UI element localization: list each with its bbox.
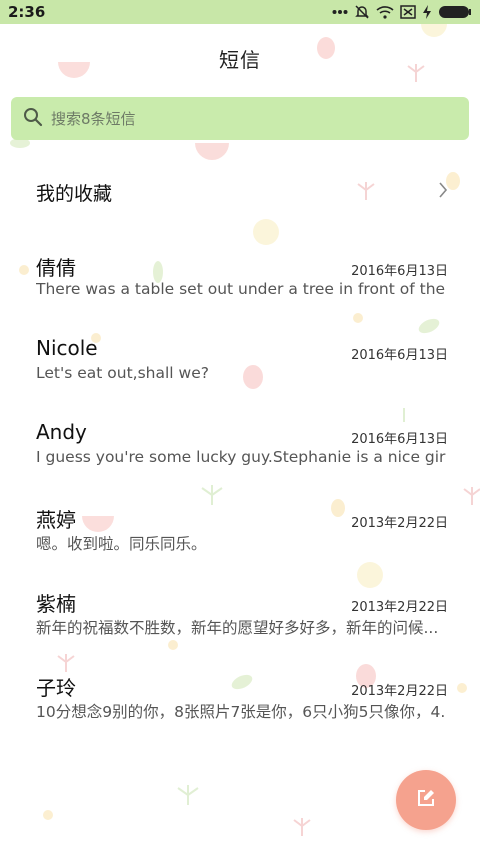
page-title: 短信	[219, 48, 261, 72]
battery-icon	[438, 5, 472, 19]
compose-button[interactable]	[396, 770, 456, 830]
compose-icon	[416, 788, 436, 812]
mute-icon	[354, 4, 370, 20]
conversation-name: 燕婷	[36, 508, 76, 532]
conversation-name: Nicole	[36, 336, 98, 360]
conversation-name: 紫楠	[36, 592, 76, 616]
conversation-item[interactable]: 紫楠 2013年2月22日 新年的祝福数不胜数，新年的愿望好多好多，新年的问候.…	[0, 588, 480, 658]
status-bar: 2:36	[0, 0, 480, 24]
messages-screen: 2:36 短信 搜索8条短信 我的收藏 倩倩 2016年6月13日 There …	[0, 0, 480, 853]
conversation-item[interactable]: 燕婷 2013年2月22日 嗯。收到啦。同乐同乐。	[0, 504, 480, 574]
search-input-placeholder[interactable]: 搜索8条短信	[51, 108, 136, 129]
conversation-item[interactable]: 倩倩 2016年6月13日 There was a table set out …	[0, 252, 480, 322]
conversation-item[interactable]: Andy 2016年6月13日 I guess you're some luck…	[0, 420, 480, 490]
wifi-icon	[376, 5, 394, 19]
conversation-date: 2013年2月22日	[351, 516, 448, 531]
conversation-preview: There was a table set out under a tree i…	[36, 280, 446, 298]
charging-icon	[422, 5, 432, 19]
conversation-name: 子玲	[36, 676, 76, 700]
status-time: 2:36	[8, 3, 46, 21]
conversation-preview: 新年的祝福数不胜数，新年的愿望好多好多，新年的问候...	[36, 619, 439, 637]
search-icon	[23, 107, 43, 131]
conversation-date: 2016年6月13日	[351, 348, 448, 363]
search-bar[interactable]: 搜索8条短信	[11, 97, 469, 140]
conversation-name: Andy	[36, 420, 87, 444]
conversation-preview: Let's eat out,shall we?	[36, 364, 209, 382]
conversation-preview: I guess you're some lucky guy.Stephanie …	[36, 448, 446, 466]
favorites-row[interactable]: 我的收藏	[0, 168, 480, 216]
favorites-label: 我的收藏	[36, 182, 113, 205]
conversation-name: 倩倩	[36, 256, 76, 280]
conversation-item[interactable]: 子玲 2013年2月22日 10分想念9别的你，8张照片7张是你，6只小狗5只像…	[0, 672, 480, 742]
conversation-preview: 10分想念9别的你，8张照片7张是你，6只小狗5只像你，4...	[36, 703, 446, 721]
conversation-preview: 嗯。收到啦。同乐同乐。	[36, 535, 207, 553]
conversation-date: 2016年6月13日	[351, 432, 448, 447]
conversation-date: 2016年6月13日	[351, 264, 448, 279]
signal-dots-icon	[332, 9, 348, 15]
status-icons	[332, 4, 472, 20]
conversation-item[interactable]: Nicole 2016年6月13日 Let's eat out,shall we…	[0, 336, 480, 406]
conversation-date: 2013年2月22日	[351, 684, 448, 699]
no-sim-icon	[400, 5, 416, 19]
conversation-date: 2013年2月22日	[351, 600, 448, 615]
chevron-right-icon	[438, 181, 448, 203]
